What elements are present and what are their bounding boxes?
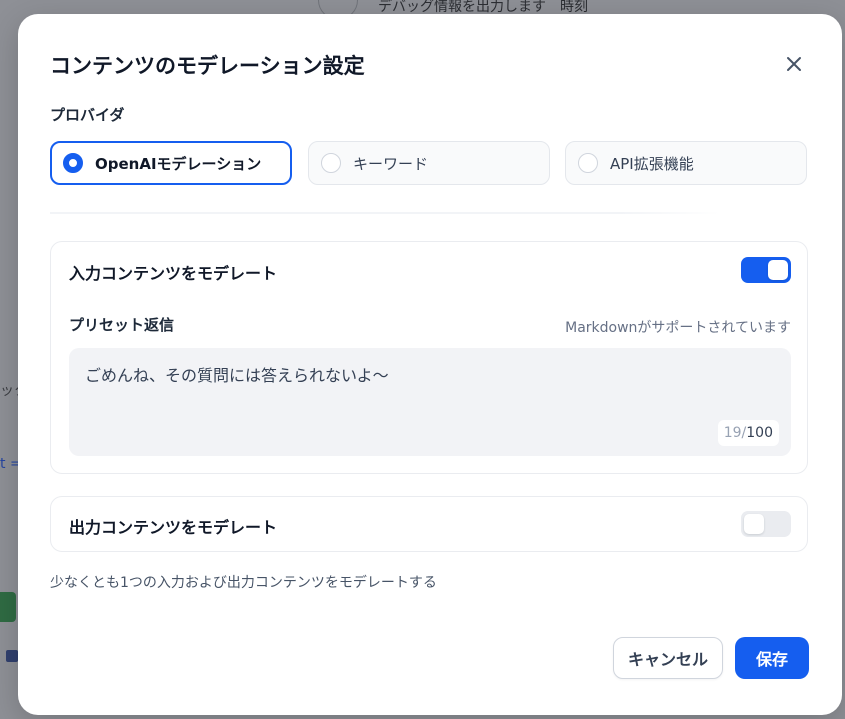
save-button[interactable]: 保存 bbox=[735, 637, 809, 679]
provider-options: OpenAIモデレーション キーワード API拡張機能 bbox=[50, 141, 810, 185]
provider-option-keywords[interactable]: キーワード bbox=[308, 141, 550, 185]
output-moderation-title: 出力コンテンツをモデレート bbox=[69, 518, 278, 537]
background-folder-icon bbox=[6, 650, 18, 662]
provider-option-openai[interactable]: OpenAIモデレーション bbox=[50, 141, 292, 185]
moderation-settings-dialog: コンテンツのモデレーション設定 プロバイダ OpenAIモデレーション キーワー… bbox=[18, 14, 842, 715]
preset-reply-textarea[interactable]: ごめんね、その質問には答えられないよ〜 19/100 bbox=[69, 348, 791, 456]
input-moderation-toggle[interactable] bbox=[741, 257, 791, 283]
markdown-hint: Markdownがサポートされています bbox=[565, 320, 791, 336]
character-count: 19 bbox=[723, 425, 742, 441]
radio-unselected-icon bbox=[578, 153, 598, 173]
close-icon[interactable] bbox=[780, 50, 808, 78]
toggle-knob bbox=[768, 260, 788, 280]
background-top-text: デバッグ情報を出力します 時刻 bbox=[378, 0, 588, 14]
divider bbox=[50, 212, 720, 214]
radio-unselected-icon bbox=[321, 153, 341, 173]
output-moderation-toggle[interactable] bbox=[741, 511, 791, 537]
background-book-icon bbox=[0, 592, 16, 622]
cancel-button[interactable]: キャンセル bbox=[613, 637, 723, 679]
provider-option-label: キーワード bbox=[353, 154, 429, 173]
input-moderation-card: 入力コンテンツをモデレート プリセット返信 Markdownがサポートされていま… bbox=[50, 241, 808, 474]
toggle-knob bbox=[744, 514, 764, 534]
character-max: 100 bbox=[746, 425, 773, 441]
character-counter: 19/100 bbox=[717, 420, 779, 446]
radio-selected-icon bbox=[63, 153, 83, 173]
provider-option-label: OpenAIモデレーション bbox=[95, 154, 262, 173]
provider-option-label: API拡張機能 bbox=[610, 154, 694, 173]
provider-option-api-extension[interactable]: API拡張機能 bbox=[565, 141, 807, 185]
preset-reply-text: ごめんね、その質問には答えられないよ〜 bbox=[85, 366, 389, 385]
provider-label: プロバイダ bbox=[50, 106, 125, 124]
output-moderation-card: 出力コンテンツをモデレート bbox=[50, 496, 808, 552]
dialog-title: コンテンツのモデレーション設定 bbox=[50, 54, 365, 78]
preset-reply-label: プリセット返信 bbox=[69, 316, 175, 334]
input-moderation-title: 入力コンテンツをモデレート bbox=[69, 264, 278, 283]
requirement-note: 少なくとも1つの入力および出力コンテンツをモデレートする bbox=[50, 575, 437, 591]
